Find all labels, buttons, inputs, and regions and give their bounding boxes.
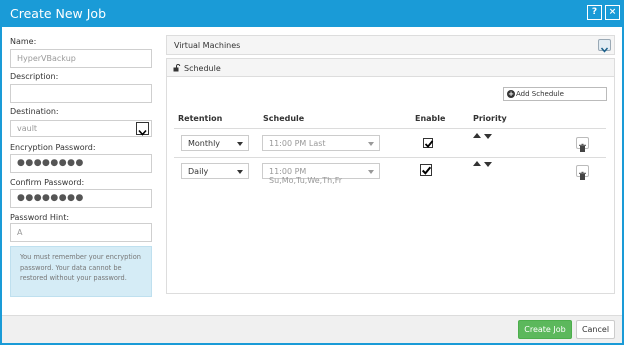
checkmark-icon: [424, 140, 434, 148]
create-job-dialog: Create New Job ? × Name: HyperVBackup De…: [0, 0, 624, 345]
schedule-header-col: Schedule: [263, 114, 305, 123]
delete-row-button[interactable]: [576, 137, 589, 152]
chevron-down-icon[interactable]: [598, 39, 611, 53]
checkmark-icon: [421, 166, 432, 175]
priority-down-icon[interactable]: [484, 162, 492, 167]
delete-row-button[interactable]: [576, 165, 589, 180]
description-field[interactable]: [10, 84, 152, 103]
virtual-machines-panel[interactable]: Virtual Machines: [166, 35, 615, 55]
caret-down-icon: [237, 170, 243, 174]
help-button[interactable]: ?: [587, 5, 602, 20]
title-bar: Create New Job ? ×: [2, 2, 622, 27]
priority-down-icon[interactable]: [484, 134, 492, 139]
create-job-button[interactable]: Create Job: [518, 320, 572, 339]
dialog-title: Create New Job: [10, 6, 107, 21]
row-divider: [174, 157, 606, 158]
password-hint-label: Password Hint:: [10, 213, 70, 222]
encryption-password-label: Encryption Password:: [10, 143, 96, 152]
destination-select[interactable]: vault: [10, 120, 152, 137]
confirm-password-label: Confirm Password:: [10, 178, 85, 187]
confirm-password-field[interactable]: ●●●●●●●●: [10, 189, 152, 208]
schedule-header[interactable]: Schedule: [167, 59, 614, 77]
schedule-panel: Schedule + Add Schedule Retention Schedu…: [166, 58, 615, 294]
schedule-select[interactable]: 11:00 PM Su,Mo,Tu,We,Th,Fr: [262, 163, 380, 185]
trash-icon: [579, 171, 586, 180]
password-warning: You must remember your encryption passwo…: [10, 246, 152, 297]
row-divider: [174, 128, 606, 129]
enable-header: Enable: [415, 114, 446, 123]
retention-select[interactable]: Monthly: [181, 135, 249, 151]
schedule-title: Schedule: [184, 64, 221, 73]
caret-down-icon: [368, 142, 374, 146]
name-label: Name:: [10, 37, 37, 46]
caret-down-icon: [368, 170, 374, 174]
retention-header: Retention: [178, 114, 223, 123]
add-schedule-label: Add Schedule: [516, 90, 564, 98]
retention-select[interactable]: Daily: [181, 163, 249, 179]
schedule-value: 11:00 PM Last: [269, 139, 326, 148]
retention-value: Daily: [188, 167, 209, 176]
retention-value: Monthly: [188, 139, 221, 148]
name-field[interactable]: HyperVBackup: [10, 49, 152, 68]
schedule-select[interactable]: 11:00 PM Last: [262, 135, 380, 151]
virtual-machines-label: Virtual Machines: [174, 41, 241, 50]
plus-icon: +: [507, 90, 515, 98]
caret-down-icon: [237, 142, 243, 146]
cancel-button[interactable]: Cancel: [576, 320, 615, 339]
schedule-value: 11:00 PM Su,Mo,Tu,We,Th,Fr: [269, 167, 343, 185]
description-label: Description:: [10, 72, 59, 81]
unlock-icon: [173, 64, 181, 72]
enable-checkbox[interactable]: [420, 164, 432, 176]
priority-up-icon[interactable]: [473, 161, 481, 166]
priority-header: Priority: [473, 114, 507, 123]
destination-value: vault: [17, 124, 38, 133]
enable-checkbox[interactable]: [423, 138, 434, 148]
trash-icon: [579, 143, 586, 152]
chevron-down-icon[interactable]: [136, 122, 149, 136]
priority-up-icon[interactable]: [473, 133, 481, 138]
close-button[interactable]: ×: [605, 5, 620, 20]
password-hint-field[interactable]: A: [10, 223, 152, 242]
add-schedule-button[interactable]: + Add Schedule: [503, 87, 607, 101]
encryption-password-field[interactable]: ●●●●●●●●: [10, 154, 152, 173]
destination-label: Destination:: [10, 107, 59, 116]
